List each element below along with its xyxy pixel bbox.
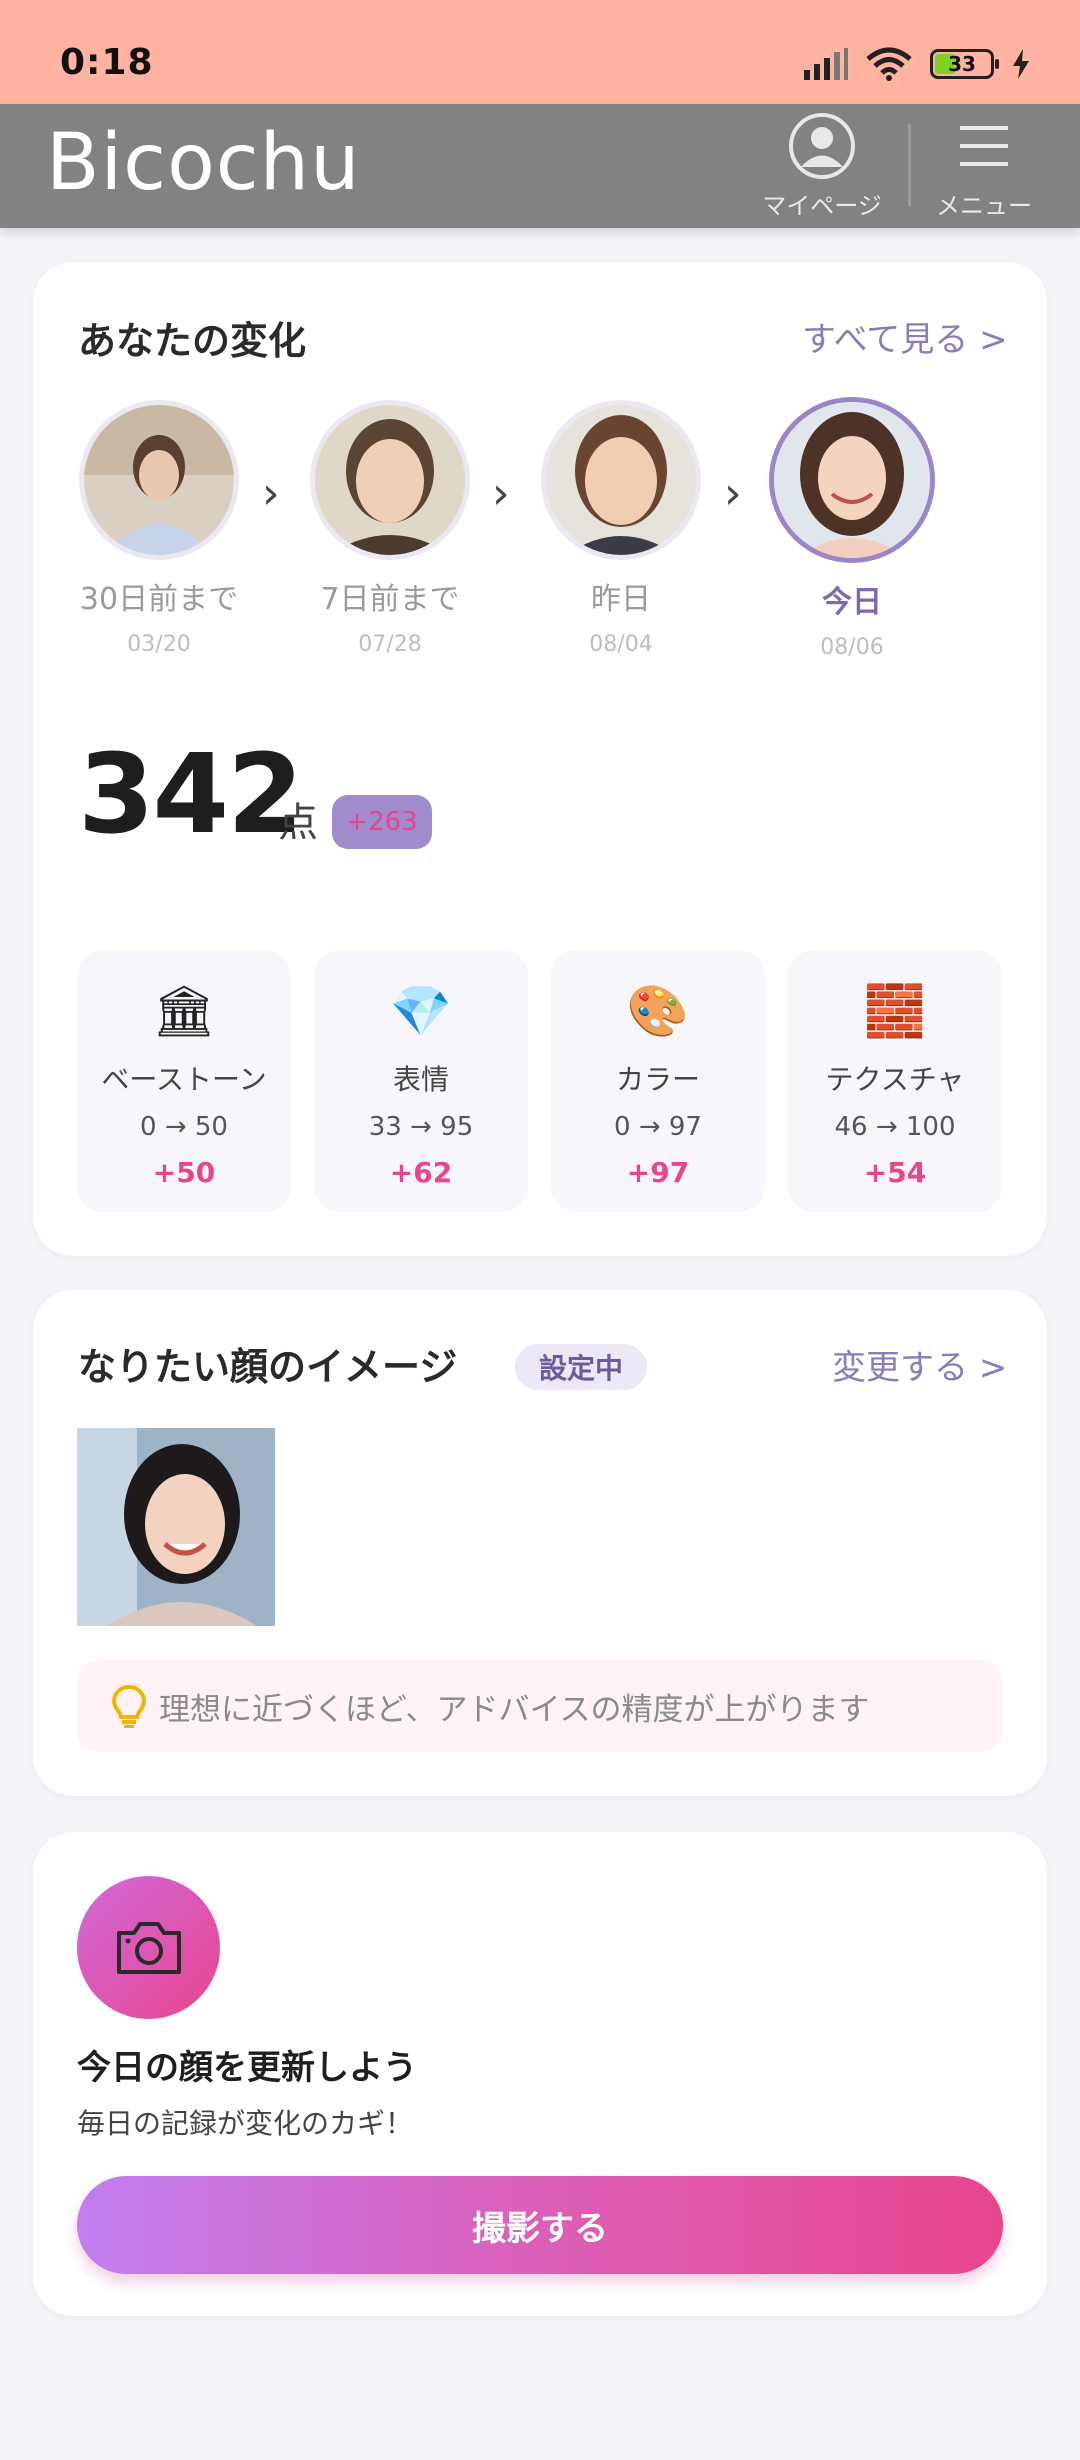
metric-name: ベーストーン [101, 1063, 267, 1096]
bank-icon: 🏛 [152, 982, 216, 1040]
metric-base-tone: 🏛 ベーストーン 0 → 50 +50 [77, 950, 291, 1212]
battery-icon: 33 [930, 49, 999, 79]
face-photo-30days [79, 400, 239, 560]
score-unit: 点 [278, 800, 318, 846]
see-all-link[interactable]: すべて見る > [802, 312, 1008, 361]
timeline-label: 30日前まで [79, 582, 239, 617]
menu-button[interactable]: メニュー [914, 112, 1054, 222]
score-delta-badge: +263 [332, 795, 432, 849]
update-title: 今日の顔を更新しよう [77, 2048, 417, 2088]
ideal-face-image[interactable] [77, 1428, 275, 1626]
status-badge: 設定中 [515, 1344, 648, 1390]
timeline-label: 昨日 [591, 582, 651, 617]
metric-range: 0 → 97 [614, 1112, 702, 1142]
metric-expression: 💎 表情 33 → 95 +62 [314, 950, 528, 1212]
metric-name: テクスチャ [825, 1063, 965, 1096]
wifi-icon [866, 47, 912, 81]
mypage-button[interactable]: マイページ [752, 112, 892, 222]
tip-box: 理想に近づくほど、アドバイスの精度が上がります [77, 1660, 1003, 1752]
change-card-title: あなたの変化 [78, 319, 307, 363]
metric-delta: +62 [389, 1156, 453, 1189]
menu-icon [960, 126, 1008, 166]
timeline-date: 08/04 [589, 632, 653, 657]
status-time: 0:18 [60, 42, 154, 83]
timeline-date: 03/20 [127, 632, 191, 657]
metric-range: 46 → 100 [834, 1112, 956, 1142]
metric-name: カラー [615, 1063, 700, 1096]
timeline-item-today[interactable]: 今日 08/06 [769, 397, 935, 660]
timeline-label: 今日 [822, 585, 882, 620]
metric-texture: 🧱 テクスチャ 46 → 100 +54 [788, 950, 1002, 1212]
app-title: Bicochu [46, 118, 361, 208]
signal-icon [804, 48, 848, 80]
ideal-face-title: なりたい顔のイメージ [78, 1345, 458, 1389]
metric-range: 0 → 50 [140, 1112, 228, 1142]
metric-delta: +97 [626, 1156, 690, 1189]
app-bar: Bicochu マイページ メニュー [0, 104, 1080, 228]
lightbulb-icon [111, 1684, 147, 1728]
menu-label: メニュー [936, 192, 1032, 220]
brick-icon: 🧱 [863, 982, 927, 1040]
total-score: 342 [78, 730, 304, 858]
timeline-item-7days[interactable]: 7日前まで 07/28 [310, 400, 470, 657]
metric-delta: +54 [863, 1156, 927, 1189]
face-photo-7days [310, 400, 470, 560]
chevron-right-icon: › [492, 468, 510, 519]
timeline-item-30days[interactable]: 30日前まで 03/20 [79, 400, 239, 657]
take-photo-button[interactable]: 撮影する [77, 2176, 1003, 2274]
tip-text: 理想に近づくほど、アドバイスの精度が上がります [159, 1691, 870, 1728]
metric-delta: +50 [152, 1156, 216, 1189]
palette-icon: 🎨 [626, 982, 690, 1040]
timeline-date: 07/28 [358, 632, 422, 657]
user-icon [789, 113, 855, 179]
timeline-item-yesterday[interactable]: 昨日 08/04 [541, 400, 701, 657]
metric-range: 33 → 95 [368, 1112, 474, 1142]
gem-icon: 💎 [389, 982, 453, 1040]
mypage-label: マイページ [762, 192, 882, 220]
metric-color: 🎨 カラー 0 → 97 +97 [551, 950, 765, 1212]
update-subtitle: 毎日の記録が変化のカギ！ [77, 2107, 414, 2140]
camera-icon [116, 1921, 181, 1974]
camera-badge [77, 1876, 220, 2019]
chevron-right-icon: › [262, 468, 280, 519]
charging-icon [1013, 49, 1029, 79]
metric-name: 表情 [392, 1063, 449, 1096]
face-photo-today [769, 397, 935, 563]
status-bar: 0:18 33 [0, 0, 1080, 104]
timeline-date: 08/06 [820, 635, 884, 660]
timeline-label: 7日前まで [320, 582, 460, 617]
chevron-right-icon: › [724, 468, 742, 519]
face-photo-yesterday [541, 400, 701, 560]
appbar-divider [908, 124, 911, 206]
status-icons: 33 [804, 44, 1030, 84]
change-ideal-link[interactable]: 変更する > [832, 1340, 1007, 1389]
